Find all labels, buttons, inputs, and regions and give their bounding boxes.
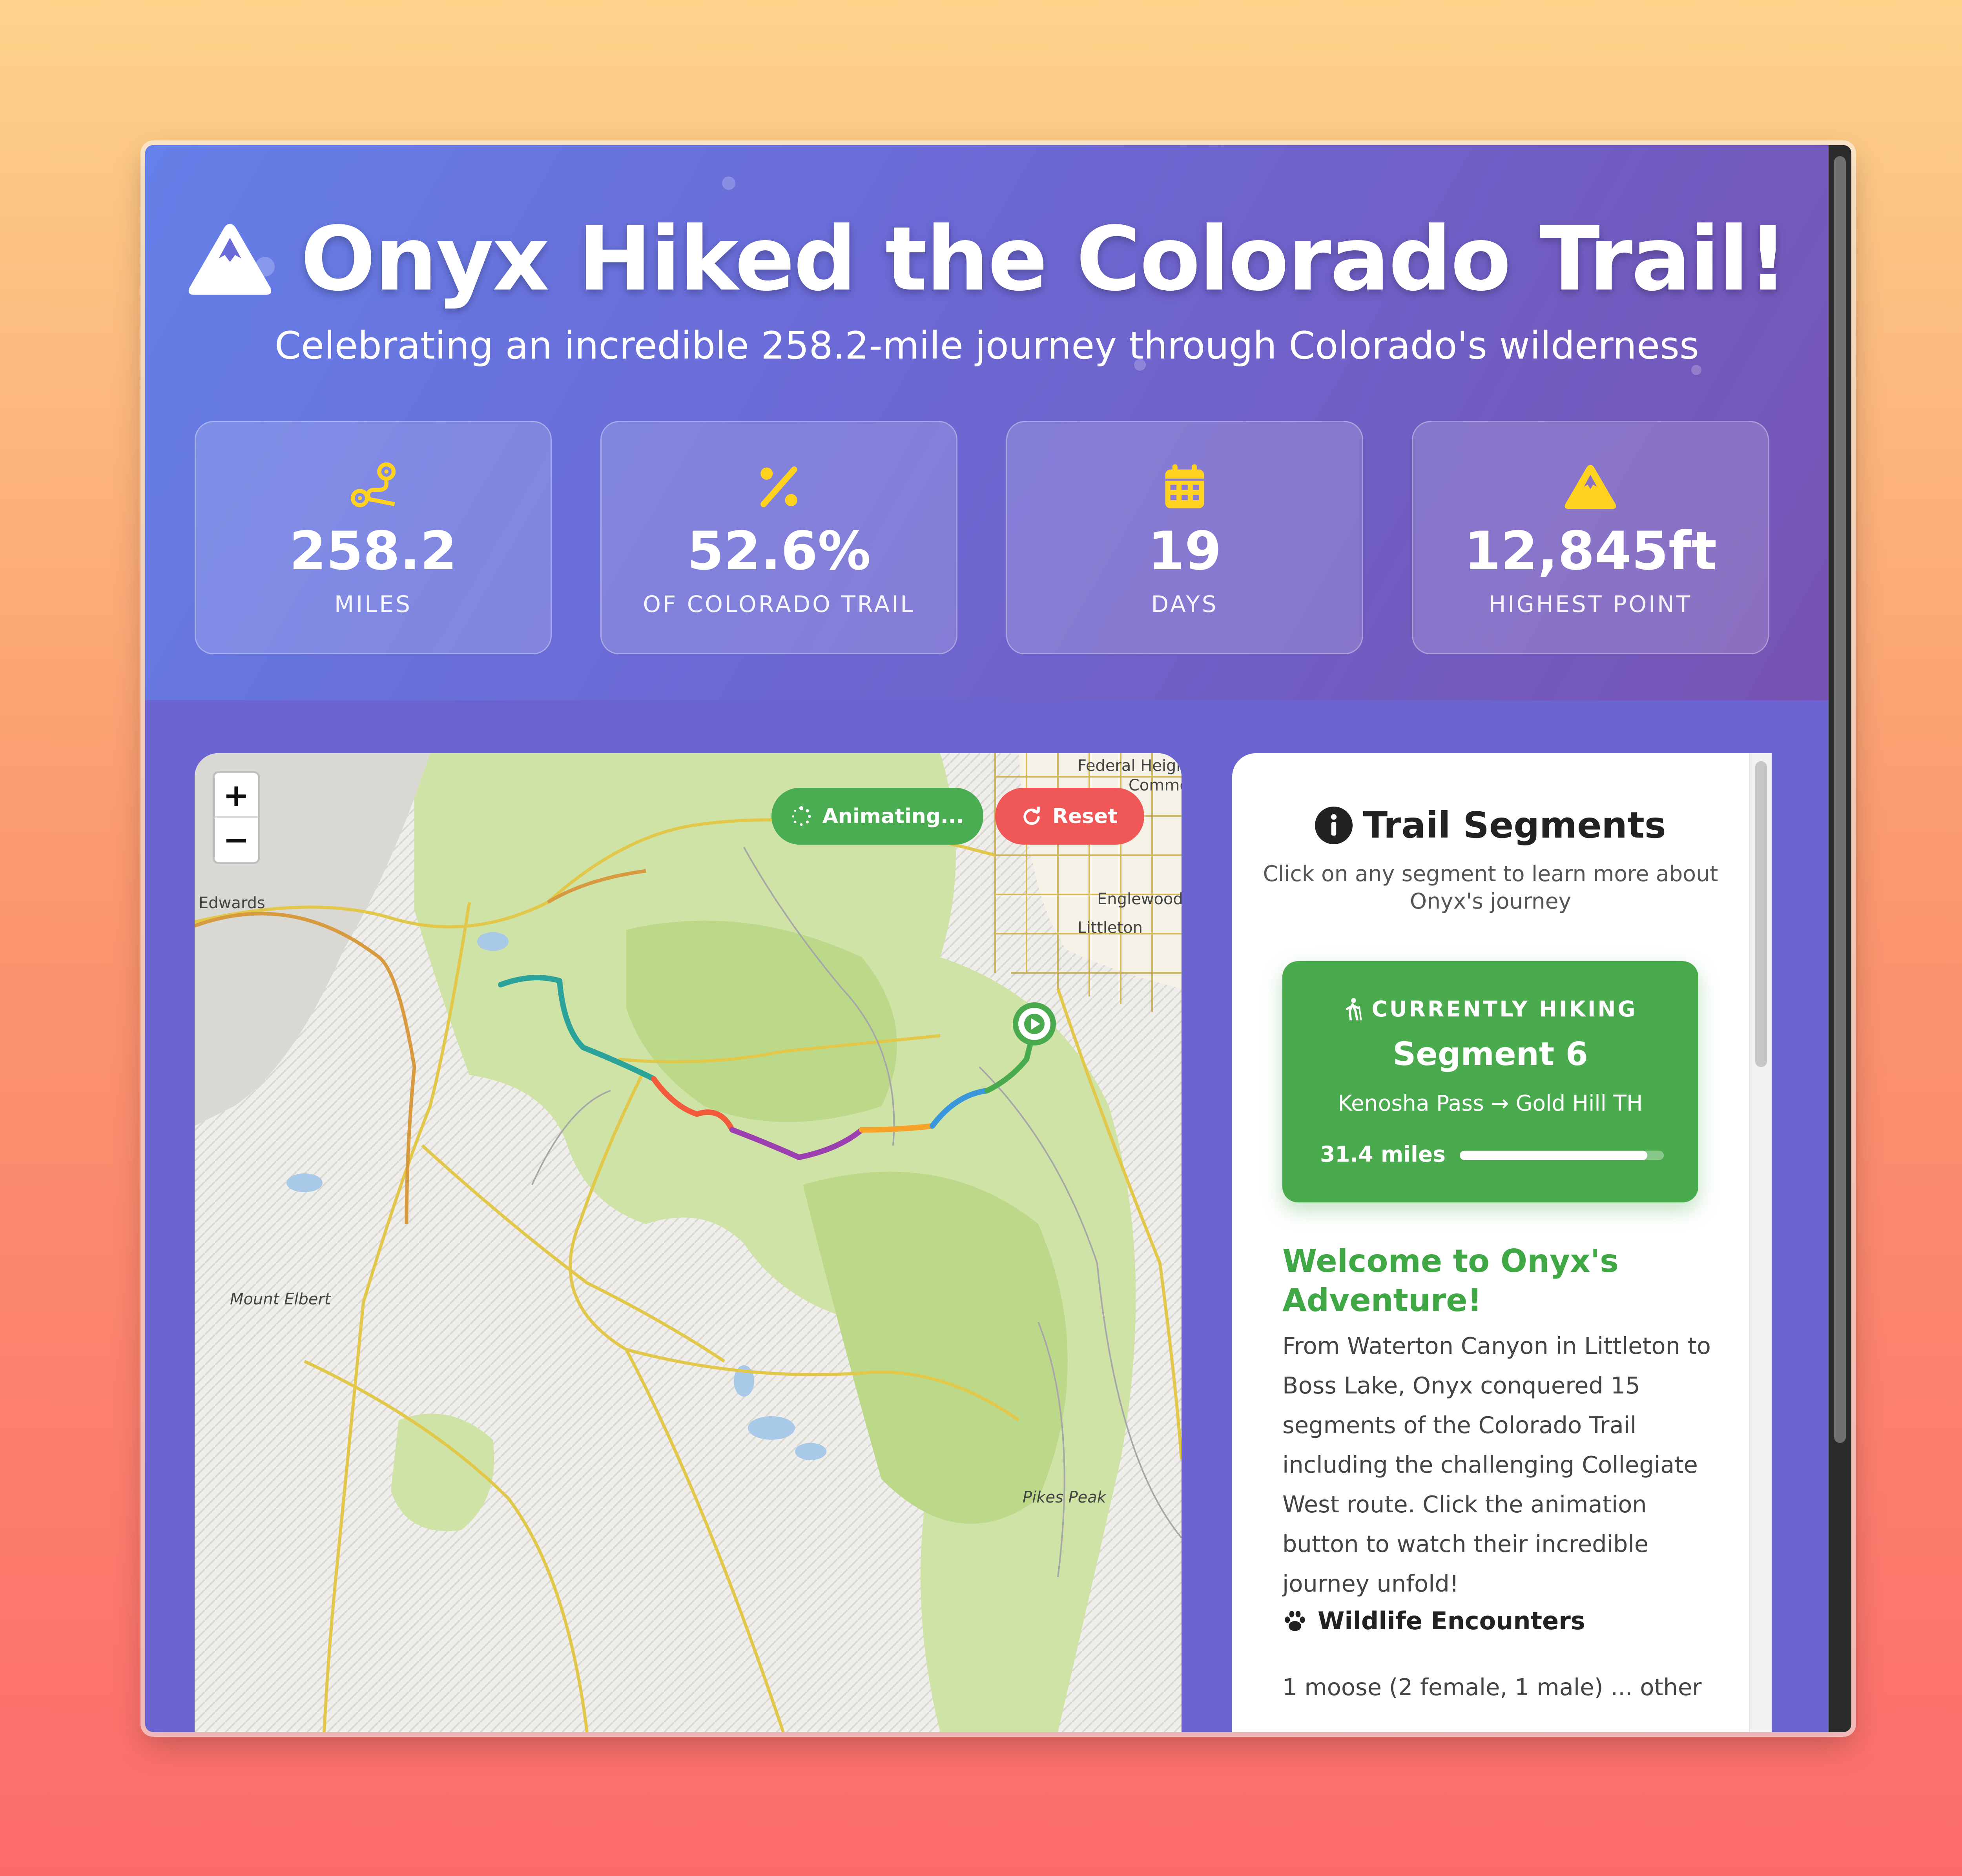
title-row: Onyx Hiked the Colorado Trail! xyxy=(145,208,1829,311)
map-label-pikes-peak: Pikes Peak xyxy=(1023,1488,1107,1506)
animate-button-label: Animating... xyxy=(822,804,964,828)
hiker-icon xyxy=(1346,998,1362,1020)
zoom-out-button[interactable]: − xyxy=(215,818,258,862)
route-icon xyxy=(350,462,396,507)
browser-window: Onyx Hiked the Colorado Trail! Celebrati… xyxy=(145,145,1851,1732)
current-segment-card[interactable]: CURRENTLY HIKING Segment 6 Kenosha Pass … xyxy=(1282,961,1698,1202)
mountain-icon xyxy=(1564,465,1616,509)
panel-title-row: Trail Segments xyxy=(1232,804,1749,846)
spinner-icon xyxy=(792,806,811,826)
wildlife-title: Wildlife Encounters xyxy=(1318,1606,1585,1635)
stat-value: 19 xyxy=(1148,520,1222,582)
map-label-federal-heights: Federal Heights xyxy=(1078,757,1182,775)
reset-button-label: Reset xyxy=(1052,804,1118,828)
map-label-commerce: Commerce xyxy=(1129,776,1182,794)
stat-value: 12,845ft xyxy=(1464,520,1717,582)
stat-label: HIGHEST POINT xyxy=(1488,591,1692,617)
stat-card-elevation: 12,845ft HIGHEST POINT xyxy=(1412,421,1769,654)
stat-label: DAYS xyxy=(1151,591,1218,617)
page-subtitle: Celebrating an incredible 258.2-mile jou… xyxy=(275,324,1699,368)
mountain-icon xyxy=(188,224,272,295)
stat-card-days: 19 DAYS xyxy=(1006,421,1363,654)
welcome-text: From Waterton Canyon in Littleton to Bos… xyxy=(1282,1332,1711,1597)
zoom-control: + − xyxy=(213,771,260,864)
panel-title: Trail Segments xyxy=(1363,804,1666,846)
panel-subtitle: Click on any segment to learn more about… xyxy=(1263,861,1718,914)
calendar-icon xyxy=(1165,464,1204,508)
welcome-title: Welcome to Onyx's Adventure! xyxy=(1282,1243,1619,1319)
window-scrollbar[interactable] xyxy=(1829,145,1851,1732)
reset-icon xyxy=(1023,806,1040,825)
stat-label: MILES xyxy=(334,591,412,617)
map-label-littleton: Littleton xyxy=(1078,919,1143,937)
animate-button[interactable]: Animating... xyxy=(771,788,983,845)
panel-scrollbar[interactable] xyxy=(1749,753,1772,1732)
segment-progress-bar xyxy=(1460,1151,1664,1160)
current-segment-miles: 31.4 miles xyxy=(1320,1142,1446,1167)
percent-icon xyxy=(760,466,797,507)
current-label-row: CURRENTLY HIKING xyxy=(1282,996,1698,1022)
stat-value: 258.2 xyxy=(289,520,457,582)
stat-card-miles: 258.2 MILES xyxy=(195,421,552,654)
hero-header: Onyx Hiked the Colorado Trail! Celebrati… xyxy=(145,145,1829,700)
window-scrollbar-thumb[interactable] xyxy=(1834,156,1846,1443)
current-segment-route: Kenosha Pass → Gold Hill TH xyxy=(1338,1091,1643,1116)
segment-progress-fill xyxy=(1460,1151,1648,1160)
map-terrain: Edwards Mount Elbert Pikes Peak Federal … xyxy=(195,753,1182,1732)
map-label-edwards: Edwards xyxy=(199,894,265,912)
trail-map[interactable]: Edwards Mount Elbert Pikes Peak Federal … xyxy=(195,753,1182,1732)
trail-segments-panel: Trail Segments Click on any segment to l… xyxy=(1232,753,1772,1732)
wildlife-text: 1 moose (2 female, 1 male) ... other xyxy=(1282,1674,1702,1701)
stat-value: 52.6% xyxy=(687,520,871,582)
wildlife-heading-row: Wildlife Encounters xyxy=(1282,1606,1585,1635)
paw-icon xyxy=(1285,1610,1305,1631)
reset-button[interactable]: Reset xyxy=(995,788,1144,845)
stat-card-percent: 52.6% OF COLORADO TRAIL xyxy=(600,421,957,654)
page-title: Onyx Hiked the Colorado Trail! xyxy=(301,208,1788,311)
panel-scrollbar-thumb[interactable] xyxy=(1755,761,1767,1067)
map-label-englewood: Englewood xyxy=(1097,890,1182,908)
info-icon xyxy=(1315,806,1353,844)
current-segment-name: Segment 6 xyxy=(1393,1036,1588,1073)
zoom-in-button[interactable]: + xyxy=(215,773,258,818)
stat-label: OF COLORADO TRAIL xyxy=(643,591,915,617)
map-label-mount-elbert: Mount Elbert xyxy=(230,1290,331,1308)
current-label: CURRENTLY HIKING xyxy=(1371,996,1637,1022)
